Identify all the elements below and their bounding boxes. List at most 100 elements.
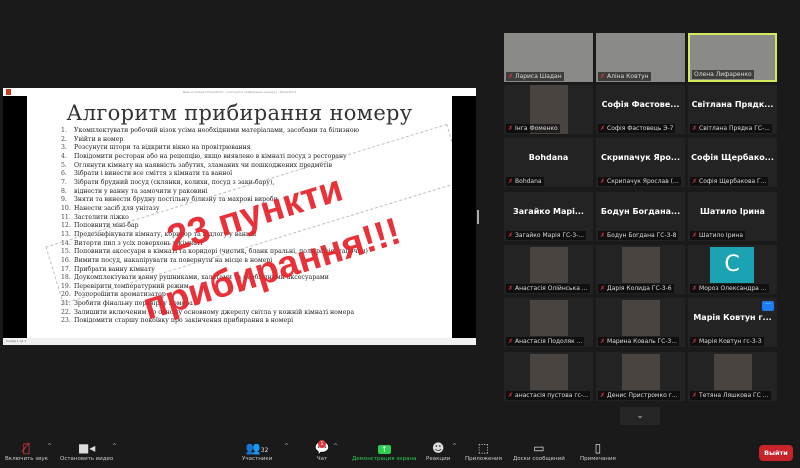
participants-button[interactable]: 👥32 Участники [242,440,272,462]
participant-name-label: ✗ Софія Щербакова Г... [690,177,769,186]
participant-video [530,247,568,283]
mic-muted-icon: ✗ [600,232,606,239]
participant-tile[interactable]: ✗ анастасія пустова гс-... [504,352,593,401]
reactions-caret[interactable]: ^ [452,443,457,450]
participant-tile[interactable]: Bohdana ✗ Bohdana [504,138,593,187]
meeting-toolbar: 🎙̸ Включить звук ^ ■◂ Остановить видео ^ 👥… [0,437,800,468]
powerpoint-icon [6,89,11,95]
item-number: 22. [61,308,71,316]
item-number: 3. [61,144,67,152]
participant-tile[interactable]: ✗ Інга Фоменко [504,85,593,134]
mic-muted-icon: ✗ [692,178,698,185]
split-handle[interactable] [477,210,479,224]
item-number: 6. [61,170,67,178]
participant-tile[interactable]: ✗ Аліна Ковтун [596,33,685,82]
chat-button[interactable]: 💬 1 Чат [312,440,332,462]
participant-name-label: Олена Лифаренко [692,70,754,79]
participant-tile[interactable]: ✗ Анастасія Подоляк ... [504,298,593,347]
apps-button[interactable]: ⬚ Приложения [465,440,502,462]
unmute-button[interactable]: 🎙̸ Включить звук [5,440,48,462]
participant-name-label: ✗ Тетяна Ляшкова ГС ... [690,391,771,400]
item-number: 7. [61,178,67,186]
item-number: 12. [61,222,71,230]
participant-tile[interactable]: Скрипачук Яро... ✗ Скрипачук Ярослав (... [596,138,685,187]
participant-name-label: ✗ Bohdana [506,177,544,186]
mic-muted-icon: ✗ [508,73,514,80]
mic-muted-icon: ✗ [600,125,606,132]
participant-tile[interactable]: ✗ Лариса Шадан [504,33,593,82]
item-number: 23. [61,317,71,325]
participant-tile[interactable]: Шатило Ірина ✗ Шатило Ірина [688,192,777,241]
video-camera-icon: ■◂ [77,441,96,455]
participant-name-label: ✗ Шатило Ірина [690,231,746,240]
share-screen-button[interactable]: ↑ Демонстрация экрана [352,440,416,462]
participant-tile[interactable]: Софія Фастове... ✗ Софія Фастовець Э-7 [596,85,685,134]
participant-display-name: Софія Щербако... [691,153,774,162]
participant-tile[interactable]: Бодун Богдана... ✗ Бодун Богдана ГС-3-8 [596,192,685,241]
participants-caret[interactable]: ^ [284,443,289,450]
mic-muted-icon: ✗ [600,392,606,399]
mic-muted-icon: 🎙̸ [22,441,31,455]
participant-name-label: ✗ Інга Фоменко [506,124,560,133]
item-number: 4. [61,152,67,160]
participant-name-label: ✗ Загайко Марія ГС-3-... [506,231,587,240]
apps-icon: ⬚ [477,441,490,455]
participant-video [714,354,752,390]
share-screen-icon: ↑ [377,445,391,454]
reactions-button[interactable]: ☻ Реакции [426,440,450,462]
audio-options-caret[interactable]: ^ [47,443,52,450]
participant-name-label: ✗ Дарія Колида ГС-3-6 [598,284,674,293]
slide-list-item: 4. Повідомити ресторан або на рецепцію, я… [61,152,347,160]
slide-list-item: 1. Укомплектувати робочий візок усіма нео… [61,127,359,134]
mic-muted-icon: ✗ [600,178,606,185]
participant-tile[interactable]: ✗ Дарія Колида ГС-3-6 [596,245,685,294]
participant-display-name: Загайко Марі... [513,207,584,216]
item-number: 2. [61,135,67,143]
participants-icon: 👥32 [245,441,269,455]
participant-tile[interactable]: C ✗ Мороз Олександра ... [688,245,777,294]
more-options-button[interactable]: ··· [762,301,774,311]
participant-tile[interactable]: Софія Щербако... ✗ Софія Щербакова Г... [688,138,777,187]
item-number: 1. [61,127,67,134]
participant-display-name: Софія Фастове... [601,100,680,109]
participant-tile[interactable]: ✗ Тетяна Ляшкова ГС ... [688,352,777,401]
status-bar: Слайд 1 из 1 [3,338,476,345]
participant-tile[interactable]: Світлана Прядк... ✗ Світлана Прядка ГС-... [688,85,777,134]
participant-tile[interactable]: Марія Ковтун г... ··· ✗ Марія Ковтун гс-3-3 [688,298,777,347]
participant-tile[interactable]: ✗ Денис Пристромко г... [596,352,685,401]
mic-muted-icon: ✗ [600,285,606,292]
mic-muted-icon: ✗ [692,338,698,345]
leave-button[interactable]: Выйти [759,445,793,461]
participant-name-label: ✗ Марина Коваль ГС-3... [598,337,680,346]
mic-muted-icon: ✗ [692,392,698,399]
reaction-icon: ☻ [431,441,445,455]
participant-display-name: Марія Ковтун г... [693,313,772,322]
video-options-caret[interactable]: ^ [112,443,117,450]
participant-video [530,354,568,390]
video-button[interactable]: ■◂ Остановить видео [60,440,113,462]
item-number: 10. [61,204,71,212]
participant-tile[interactable]: ✗ Марина Коваль ГС-3... [596,298,685,347]
participant-display-name: Шатило Ірина [700,207,765,216]
participant-name-label: ✗ Софія Фастовець Э-7 [598,124,676,133]
participant-name-label: ✗ Марія Ковтун гс-3-3 [690,337,764,346]
item-number: 5. [61,161,67,169]
mic-muted-icon: ✗ [508,232,514,239]
whiteboard-button[interactable]: ▭ Доски сообщений [513,440,565,462]
slide: Алгоритм прибирання номеру 1. Укомплектув… [27,96,452,338]
mic-muted-icon: ✗ [692,285,698,292]
participant-name-label: ✗ Денис Пристромко г... [598,391,680,400]
chat-caret[interactable]: ^ [333,443,338,450]
mic-muted-icon: ✗ [692,232,698,239]
slide-title: Алгоритм прибирання номеру [66,101,413,125]
next-page-button[interactable]: ⌄ [620,407,660,425]
participant-tile[interactable]: Загайко Марі... ✗ Загайко Марія ГС-3-... [504,192,593,241]
participant-tile[interactable]: Олена Лифаренко [688,33,777,82]
participant-display-name: Світлана Прядк... [691,100,774,109]
chat-badge: 1 [318,440,326,448]
notes-button[interactable]: ▯ Примечания [580,440,616,462]
mic-muted-icon: ✗ [692,125,698,132]
participant-tile[interactable]: ✗ Анастасія Олійнська ... [504,245,593,294]
participant-video [622,354,660,390]
notes-icon: ▯ [594,441,602,455]
